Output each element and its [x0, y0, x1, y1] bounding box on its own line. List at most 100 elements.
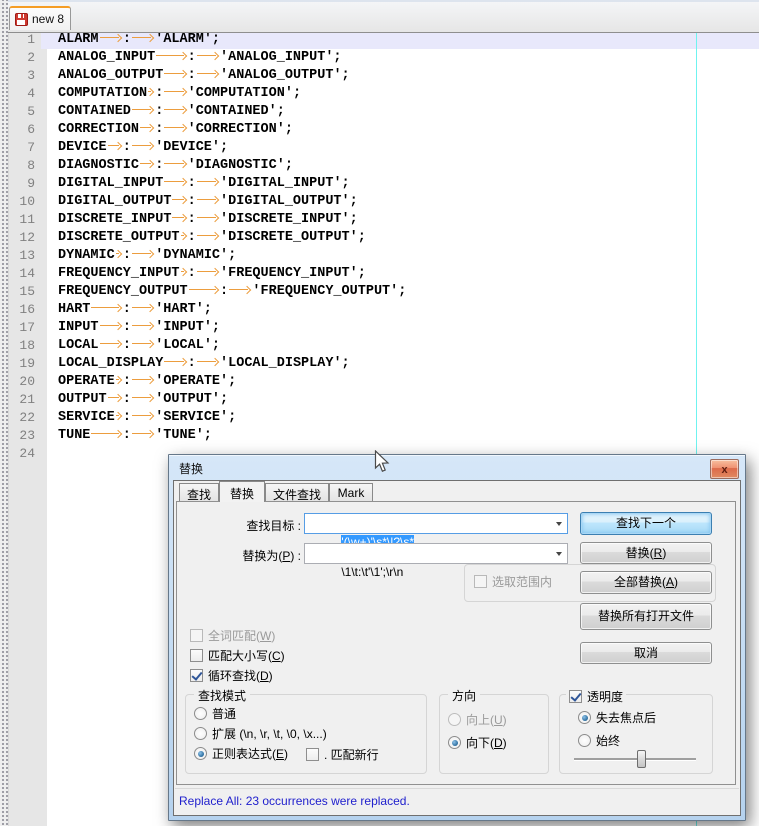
- in-selection-checkbox[interactable]: 选取范围内: [474, 573, 552, 590]
- code-line-row[interactable]: 18 LOCAL: 'LOCAL';: [8, 337, 759, 355]
- transparency-always-radio[interactable]: 始终: [578, 732, 620, 749]
- code-line-row[interactable]: 14 FREQUENCY_INPUT: 'FREQUENCY_INPUT';: [8, 265, 759, 283]
- line-number[interactable]: 9: [8, 175, 41, 193]
- dialog-titlebar[interactable]: 替换 x: [169, 455, 745, 480]
- line-number[interactable]: 16: [8, 301, 41, 319]
- tab-find[interactable]: 查找: [179, 483, 219, 502]
- chevron-down-icon[interactable]: [556, 552, 562, 556]
- line-number[interactable]: 12: [8, 229, 41, 247]
- radio-selected-icon: [194, 747, 207, 760]
- code-line-row[interactable]: 6 CORRECTION: 'CORRECTION';: [8, 121, 759, 139]
- tab-arrow-icon: [163, 85, 187, 97]
- match-case-checkbox[interactable]: 匹配大小写(C): [190, 647, 285, 664]
- code-line-row[interactable]: 2 ANALOG_INPUT: 'ANALOG_INPUT';: [8, 49, 759, 67]
- line-number[interactable]: 6: [8, 121, 41, 139]
- code-line-row[interactable]: 11 DISCRETE_INPUT: 'DISCRETE_INPUT';: [8, 211, 759, 229]
- code-line-row[interactable]: 10 DIGITAL_OUTPUT: 'DIGITAL_OUTPUT';: [8, 193, 759, 211]
- line-number[interactable]: 24: [8, 445, 41, 463]
- code-line-row[interactable]: 7 DEVICE: 'DEVICE';: [8, 139, 759, 157]
- code-text: DEVICE: 'DEVICE';: [58, 140, 229, 155]
- tab-arrow-icon: [180, 229, 188, 241]
- search-mode-normal-radio[interactable]: 普通: [194, 705, 236, 722]
- tab-arrow-icon: [163, 121, 187, 133]
- line-number[interactable]: 5: [8, 103, 41, 121]
- code-line-row[interactable]: 16 HART: 'HART';: [8, 301, 759, 319]
- code-text: ANALOG_OUTPUT: 'ANALOG_OUTPUT';: [58, 68, 350, 83]
- code-line-row[interactable]: 5 CONTAINED: 'CONTAINED';: [8, 103, 759, 121]
- direction-down-radio[interactable]: 向下(D): [448, 734, 507, 751]
- replace-all-button[interactable]: 全部替换(A): [580, 571, 712, 594]
- slider-thumb[interactable]: [637, 750, 647, 768]
- code-line-row[interactable]: 8 DIAGNOSTIC: 'DIAGNOSTIC';: [8, 157, 759, 175]
- transparency-slider[interactable]: [574, 750, 696, 768]
- code-line-row[interactable]: 13 DYNAMIC: 'DYNAMIC';: [8, 247, 759, 265]
- line-number[interactable]: 15: [8, 283, 41, 301]
- close-icon: x: [721, 464, 728, 476]
- line-number[interactable]: 17: [8, 319, 41, 337]
- line-number[interactable]: 8: [8, 157, 41, 175]
- search-mode-regex-radio[interactable]: 正则表达式(E): [194, 745, 288, 762]
- line-number[interactable]: 4: [8, 85, 41, 103]
- replace-all-open-docs-button[interactable]: 替换所有打开文件: [580, 603, 712, 630]
- replace-tab-page: 查找目标 : '(\w+)'\s*\|?\s* 查找下一个 替换为(P) : \…: [176, 501, 736, 785]
- code-line-row[interactable]: 19 LOCAL_DISPLAY: 'LOCAL_DISPLAY';: [8, 355, 759, 373]
- wrap-around-checkbox[interactable]: 循环查找(D): [190, 667, 273, 684]
- code-line-row[interactable]: 22 SERVICE: 'SERVICE';: [8, 409, 759, 427]
- code-line-row[interactable]: 21 OUTPUT: 'OUTPUT';: [8, 391, 759, 409]
- dot-matches-newline-checkbox[interactable]: . 匹配新行: [306, 746, 379, 763]
- find-what-combobox[interactable]: '(\w+)'\s*\|?\s*: [304, 513, 568, 549]
- line-number[interactable]: 7: [8, 139, 41, 157]
- tab-arrow-icon: [139, 157, 155, 169]
- mouse-cursor: [374, 450, 390, 472]
- code-text: TUNE: 'TUNE';: [58, 428, 212, 443]
- tab-arrow-icon: [131, 409, 155, 421]
- transparency-checkbox[interactable]: 透明度: [566, 688, 627, 705]
- line-number[interactable]: 3: [8, 67, 41, 85]
- tab-replace[interactable]: 替换: [219, 481, 265, 502]
- code-line-row[interactable]: 20 OPERATE: 'OPERATE';: [8, 373, 759, 391]
- line-number[interactable]: 18: [8, 337, 41, 355]
- transparency-on-lose-focus-radio[interactable]: 失去焦点后: [578, 709, 656, 726]
- slider-track[interactable]: [574, 758, 696, 761]
- replace-button[interactable]: 替换(R): [580, 542, 712, 564]
- line-number[interactable]: 10: [8, 193, 41, 211]
- line-number[interactable]: 14: [8, 265, 41, 283]
- tab-arrow-icon: [115, 247, 123, 259]
- tab-arrow-icon: [131, 301, 155, 313]
- line-number[interactable]: 20: [8, 373, 41, 391]
- line-number[interactable]: 1: [8, 31, 41, 49]
- code-text: SERVICE: 'SERVICE';: [58, 409, 237, 425]
- replace-with-combobox[interactable]: \1\t:\t'\1';\r\n: [304, 543, 568, 579]
- dock-gripper[interactable]: [0, 0, 9, 826]
- line-number[interactable]: 22: [8, 409, 41, 427]
- code-line-row[interactable]: 17 INPUT: 'INPUT';: [8, 319, 759, 337]
- tab-mark[interactable]: Mark: [329, 483, 373, 502]
- code-line-row[interactable]: 4 COMPUTATION: 'COMPUTATION';: [8, 85, 759, 103]
- search-mode-extended-radio[interactable]: 扩展 (\n, \r, \t, \0, \x...): [194, 725, 327, 742]
- checkbox-checked-icon: [569, 690, 582, 703]
- code-text: FREQUENCY_OUTPUT: 'FREQUENCY_OUTPUT';: [58, 284, 407, 299]
- tab-arrow-icon: [196, 229, 220, 241]
- tab-arrow-icon: [163, 355, 187, 367]
- line-number[interactable]: 2: [8, 49, 41, 67]
- code-line-row[interactable]: 15 FREQUENCY_OUTPUT: 'FREQUENCY_OUTPUT';: [8, 283, 759, 301]
- code-line-row[interactable]: 1 ALARM: 'ALARM';: [8, 31, 759, 49]
- code-line-row[interactable]: 23 TUNE: 'TUNE';: [8, 427, 759, 445]
- code-line-row[interactable]: 9 DIGITAL_INPUT: 'DIGITAL_INPUT';: [8, 175, 759, 193]
- find-next-button[interactable]: 查找下一个: [580, 512, 712, 535]
- tab-find-in-files[interactable]: 文件查找: [265, 483, 329, 502]
- whole-word-checkbox[interactable]: 全词匹配(W): [190, 627, 275, 644]
- cancel-button[interactable]: 取消: [580, 642, 712, 664]
- line-number[interactable]: 21: [8, 391, 41, 409]
- line-number[interactable]: 19: [8, 355, 41, 373]
- line-number[interactable]: 11: [8, 211, 41, 229]
- chevron-down-icon[interactable]: [556, 522, 562, 526]
- close-button[interactable]: x: [710, 459, 739, 479]
- line-number[interactable]: 23: [8, 427, 41, 445]
- direction-up-radio[interactable]: 向上(U): [448, 711, 507, 728]
- file-tab-new8[interactable]: new 8: [9, 6, 71, 30]
- code-line-row[interactable]: 3 ANALOG_OUTPUT: 'ANALOG_OUTPUT';: [8, 67, 759, 85]
- tab-arrow-icon: [115, 409, 123, 421]
- line-number[interactable]: 13: [8, 247, 41, 265]
- code-line-row[interactable]: 12 DISCRETE_OUTPUT: 'DISCRETE_OUTPUT';: [8, 229, 759, 247]
